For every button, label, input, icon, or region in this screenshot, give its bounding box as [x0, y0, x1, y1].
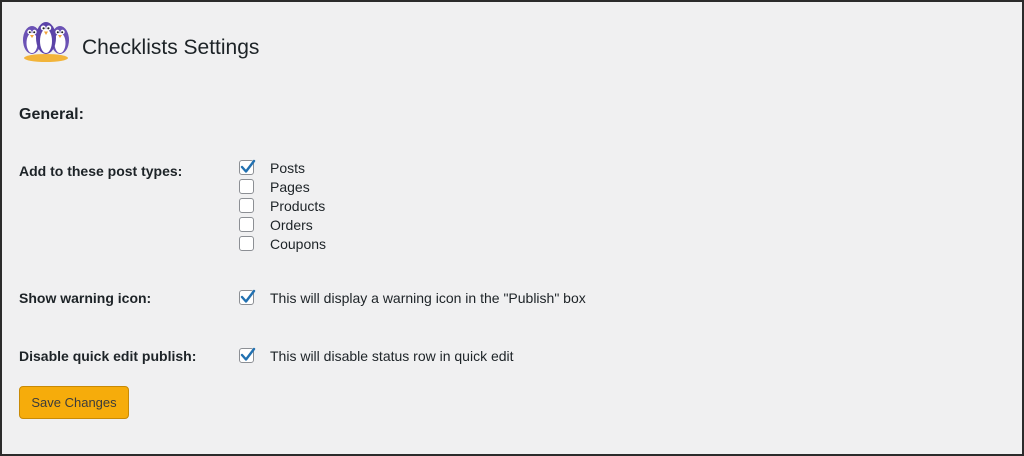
warning-icon-checkbox[interactable]: [239, 289, 256, 305]
warning-icon-option[interactable]: This will display a warning icon in the …: [239, 288, 586, 307]
post-type-option-orders[interactable]: Orders: [239, 215, 313, 234]
post-types-label: Add to these post types:: [19, 163, 183, 179]
quick-edit-label: Disable quick edit publish:: [19, 348, 197, 364]
products-checkbox[interactable]: [239, 198, 254, 213]
post-type-option-posts[interactable]: Posts: [239, 158, 305, 177]
pages-checkbox[interactable]: [239, 179, 254, 194]
pages-label: Pages: [270, 178, 310, 195]
post-type-option-pages[interactable]: Pages: [239, 177, 310, 196]
coupons-checkbox[interactable]: [239, 236, 254, 251]
checkmark-icon: [240, 159, 256, 173]
orders-checkbox[interactable]: [239, 217, 254, 232]
post-type-option-coupons[interactable]: Coupons: [239, 234, 326, 253]
page-title: Checklists Settings: [82, 36, 260, 59]
quick-edit-checkbox[interactable]: [239, 347, 256, 363]
products-label: Products: [270, 197, 326, 214]
page-header: Checklists Settings: [18, 6, 259, 70]
warning-icon-label: Show warning icon:: [19, 290, 152, 306]
coupons-label: Coupons: [270, 235, 327, 252]
section-title-general: General:: [19, 106, 84, 123]
penguins-logo-icon: [23, 22, 69, 62]
posts-label: Posts: [270, 159, 306, 176]
post-type-option-products[interactable]: Products: [239, 196, 325, 215]
checkmark-icon: [240, 347, 256, 361]
quick-edit-description: This will disable status row in quick ed…: [270, 347, 514, 364]
checkmark-icon: [240, 289, 256, 303]
orders-label: Orders: [270, 216, 313, 233]
save-changes-button[interactable]: Save Changes: [19, 386, 129, 419]
warning-icon-description: This will display a warning icon in the …: [270, 289, 586, 306]
quick-edit-option[interactable]: This will disable status row in quick ed…: [239, 346, 514, 365]
posts-checkbox[interactable]: [239, 159, 256, 175]
